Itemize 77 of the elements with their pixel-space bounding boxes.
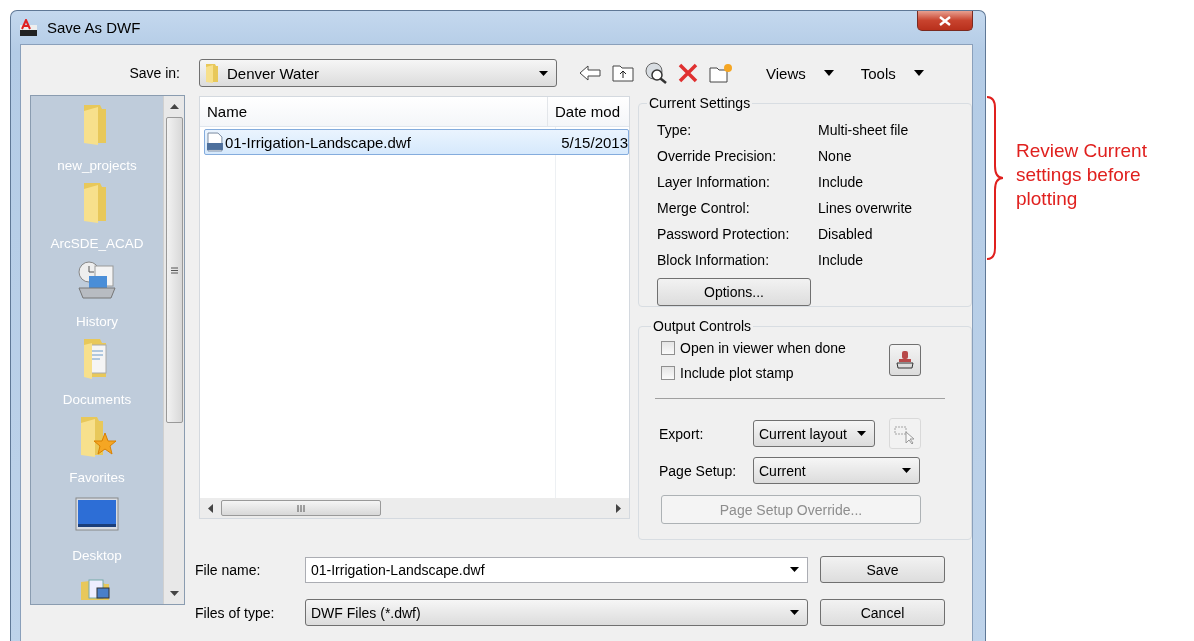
file-type-dropdown[interactable]: DWF Files (*.dwf) — [305, 599, 808, 626]
file-name-field[interactable]: 01-Irrigation-Landscape.dwf — [305, 556, 808, 583]
save-in-label: Save in: — [129, 65, 180, 81]
setting-value: Include — [818, 173, 865, 191]
page-setup-dropdown[interactable]: Current — [753, 457, 920, 484]
checkbox-label: Open in viewer when done — [680, 340, 846, 356]
checkbox[interactable] — [661, 366, 675, 380]
file-name-label: File name: — [195, 561, 262, 578]
tools-menu[interactable]: Tools — [860, 64, 924, 82]
caret-icon — [913, 70, 924, 76]
setting-value: None — [818, 147, 853, 165]
save-in-dropdown[interactable]: Denver Water — [199, 59, 557, 87]
grip-icon — [297, 504, 305, 512]
history-icon — [75, 258, 119, 302]
column-header[interactable]: Date mod — [548, 103, 621, 120]
export-label: Export: — [659, 425, 705, 442]
save-button[interactable]: Save — [820, 556, 945, 583]
place-label: Favorites — [69, 470, 125, 485]
setting-label: Block Information: — [657, 251, 771, 269]
folder-icon — [205, 63, 221, 83]
page-setup-label: Page Setup: — [659, 462, 738, 479]
setting-label: Type: — [657, 121, 693, 139]
grip-icon — [170, 266, 178, 274]
new-folder-icon[interactable] — [709, 63, 733, 83]
group-title: Output Controls — [652, 318, 753, 334]
checkbox[interactable] — [661, 341, 675, 355]
caret-icon — [857, 431, 866, 436]
export-dropdown[interactable]: Current layout — [753, 420, 875, 447]
caret-icon — [823, 70, 834, 76]
file-type-label: Files of type: — [195, 604, 276, 621]
setting-value: Disabled — [818, 225, 874, 243]
place-label: ArcSDE_ACAD — [50, 236, 144, 251]
scroll-thumb[interactable] — [165, 117, 183, 423]
caret-icon — [902, 468, 911, 473]
place-label: History — [76, 314, 118, 329]
setting-label: Override Precision: — [657, 147, 778, 165]
annotation-text: Review Current settings before plotting — [1016, 139, 1148, 211]
scroll-right-icon — [616, 503, 621, 513]
setting-label: Password Protection: — [657, 225, 791, 243]
setting-value: Lines overwrite — [818, 199, 914, 217]
window-title: Save As DWF — [47, 19, 141, 36]
close-icon — [939, 15, 951, 26]
caret-icon — [790, 610, 799, 615]
scroll-thumb[interactable] — [221, 500, 381, 516]
delete-icon[interactable] — [678, 63, 698, 83]
scroll-up-icon — [169, 104, 179, 109]
select-area-icon — [894, 423, 916, 444]
file-row[interactable]: 01-Irrigation-Landscape.dwf 5/15/2013 — [204, 129, 629, 155]
setting-value: Include — [818, 251, 865, 269]
date-cell: 5/15/2013 — [561, 133, 628, 151]
plot-stamp-button[interactable] — [889, 344, 921, 376]
cancel-button[interactable]: Cancel — [820, 599, 945, 626]
options-button[interactable]: Options... — [657, 278, 811, 306]
checkbox-label: Include plot stamp — [680, 365, 794, 381]
back-arrow-icon[interactable] — [579, 65, 601, 81]
file-name-cell-text: 01-Irrigation-Landscape.dwf — [224, 133, 412, 151]
search-web-icon[interactable] — [645, 62, 667, 84]
stamp-icon — [895, 350, 915, 370]
setting-label: Layer Information: — [657, 173, 771, 191]
group-title: Current Settings — [648, 95, 752, 111]
up-folder-icon[interactable] — [612, 64, 634, 82]
vertical-scrollbar[interactable] — [163, 96, 184, 604]
scroll-down-icon — [169, 591, 179, 596]
place-label: Desktop — [72, 548, 122, 563]
place-label: Documents — [62, 392, 132, 407]
horizontal-scrollbar[interactable] — [200, 498, 629, 518]
app-icon — [19, 18, 39, 37]
views-menu[interactable]: Views — [766, 64, 834, 82]
caret-icon — [539, 70, 548, 76]
scroll-left-icon — [208, 503, 213, 513]
column-header[interactable]: Name — [200, 97, 548, 126]
close-button[interactable] — [917, 11, 973, 31]
dwf-file-icon — [205, 132, 225, 152]
caret-icon — [790, 567, 799, 572]
setting-label: Merge Control: — [657, 199, 751, 217]
place-label: new_projects — [57, 158, 137, 173]
setting-value: Multi-sheet file — [818, 121, 910, 139]
